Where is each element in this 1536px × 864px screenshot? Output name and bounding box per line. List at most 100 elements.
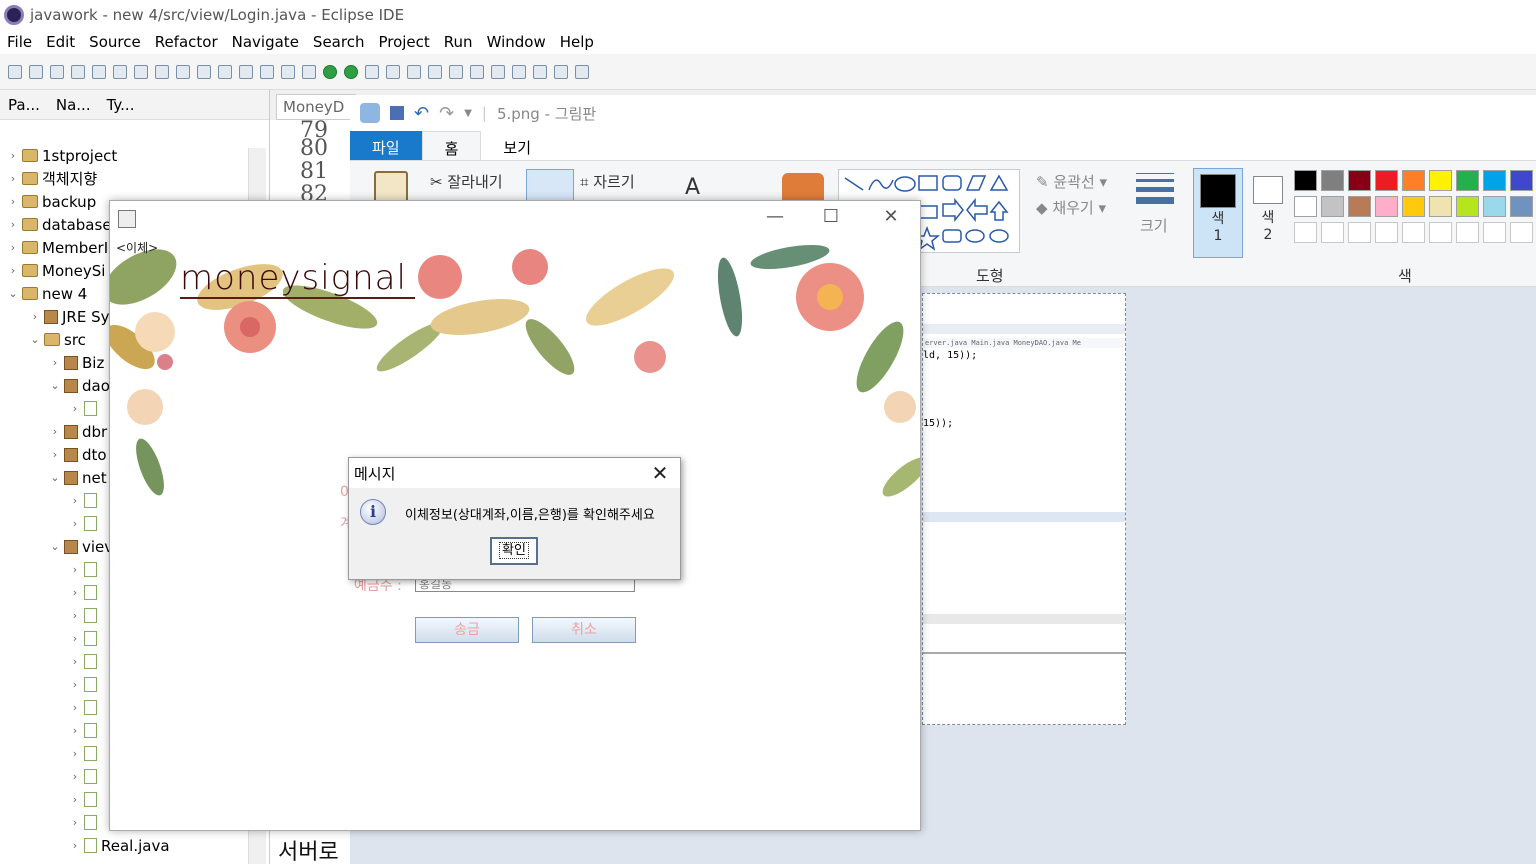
forward-icon[interactable] [575,64,589,79]
menu-window[interactable]: Window [487,33,546,51]
color-swatch[interactable] [1321,196,1344,217]
suspend-icon[interactable] [134,64,148,79]
run-icon[interactable] [323,64,337,79]
drop-frame-icon[interactable] [260,64,274,79]
color1-button[interactable]: 색 1 [1193,168,1243,258]
color-swatch[interactable] [1429,196,1452,217]
tree-item-jre[interactable]: › JRE Sy [28,305,110,328]
color-swatch[interactable] [1510,170,1533,191]
open-type-icon[interactable] [407,64,421,79]
color-swatch[interactable] [1402,222,1425,243]
open-task-icon[interactable] [428,64,442,79]
tree-item-net-file-2[interactable]: › [68,512,101,535]
tree-item-backup[interactable]: › backup [6,190,96,213]
cancel-button[interactable]: 취소 [532,617,636,643]
size-button[interactable]: 크기 [1140,215,1168,236]
step-return-icon[interactable] [239,64,253,79]
tree-item-view-file[interactable]: › [68,811,101,834]
color-swatch[interactable] [1321,222,1344,243]
color-swatch[interactable] [1375,196,1398,217]
show-whitespace-icon[interactable] [512,64,526,79]
menu-search[interactable]: Search [313,33,365,51]
toggle-mark-occurrences-icon[interactable] [491,64,505,79]
menu-navigate[interactable]: Navigate [232,33,299,51]
minimize-button[interactable]: — [760,206,790,230]
paint-canvas[interactable]: erver.java Main.java MoneyDAO.java Me ld… [922,293,1126,725]
step-into-icon[interactable] [197,64,211,79]
tab-type-hierarchy[interactable]: Ty... [107,96,135,114]
fill-button[interactable]: ◆ 채우기 ▾ [1036,197,1106,218]
color-swatch[interactable] [1294,196,1317,217]
color-swatch[interactable] [1375,222,1398,243]
tree-item-database[interactable]: › database [6,213,112,236]
tree-item-1stproject[interactable]: › 1stproject [6,144,118,167]
tab-view[interactable]: 보기 [481,131,553,160]
terminal-icon[interactable] [71,64,85,79]
tree-item-view-file[interactable]: › [68,719,101,742]
undo-icon[interactable]: ↶ [414,103,429,124]
tree-item-view-file[interactable]: › [68,696,101,719]
search-icon[interactable] [449,64,463,79]
color-swatch[interactable] [1321,170,1344,191]
tree-item-moneysignal[interactable]: › MoneySi [6,259,106,282]
redo-icon[interactable]: ↷ [439,103,454,124]
tab-file[interactable]: 파일 [350,131,422,160]
color-swatch[interactable] [1456,196,1479,217]
color-swatch[interactable] [1483,196,1506,217]
color-swatch[interactable] [1402,170,1425,191]
tree-item-dbr[interactable]: › dbr [48,420,107,443]
menu-edit[interactable]: Edit [46,33,75,51]
save-icon[interactable] [390,106,404,120]
color-swatch[interactable] [1348,196,1371,217]
tree-item-new4[interactable]: ⌄ new 4 [6,282,87,305]
color-swatch[interactable] [1429,222,1452,243]
terminate-icon[interactable] [155,64,169,79]
new-package-icon[interactable] [365,64,379,79]
pin-editor-icon[interactable] [470,64,484,79]
maximize-button[interactable]: ☐ [816,206,846,230]
resume-icon[interactable] [113,64,127,79]
new-icon[interactable] [8,64,22,79]
color-swatch[interactable] [1510,222,1533,243]
ok-button[interactable]: 확인 [490,537,538,565]
color-swatch[interactable] [1294,222,1317,243]
menu-source[interactable]: Source [89,33,141,51]
dialog-close-button[interactable]: ✕ [648,461,672,485]
skip-breakpoints-icon[interactable] [92,64,106,79]
tab-home[interactable]: 홈 [421,131,482,160]
quick-access-dropdown-icon[interactable]: ▼ [464,108,472,119]
tree-item-dto[interactable]: › dto [48,443,107,466]
last-edit-location-icon[interactable] [533,64,547,79]
menu-project[interactable]: Project [378,33,429,51]
menu-file[interactable]: File [7,33,32,51]
tree-item-view-file[interactable]: › [68,742,101,765]
coverage-icon[interactable] [344,64,358,79]
tree-item-view-file[interactable]: › [68,765,101,788]
menu-refactor[interactable]: Refactor [155,33,218,51]
tree-item-view-file[interactable]: › [68,627,101,650]
menu-help[interactable]: Help [560,33,594,51]
tree-item-view-file[interactable]: › [68,788,101,811]
send-button[interactable]: 송금 [415,617,519,643]
tree-item-real-java[interactable]: › Real.java [68,834,170,857]
disconnect-icon[interactable] [176,64,190,79]
color2-button[interactable]: 색 2 [1248,168,1288,258]
tree-item-view-file[interactable]: › [68,604,101,627]
step-over-icon[interactable] [218,64,232,79]
color-swatch[interactable] [1456,170,1479,191]
color-swatch[interactable] [1429,170,1452,191]
tree-item-dao[interactable]: ⌄ dao [48,374,110,397]
color-swatch[interactable] [1348,170,1371,191]
tree-item-view-file[interactable]: › [68,650,101,673]
use-step-filters-icon[interactable] [281,64,295,79]
tree-item-view[interactable]: ⌄ viev [48,535,113,558]
tree-item-oop[interactable]: › 객체지향 [6,167,97,190]
color-swatch[interactable] [1483,222,1506,243]
save-all-icon[interactable] [50,64,64,79]
menu-run[interactable]: Run [444,33,473,51]
tree-item-member[interactable]: › MemberI [6,236,108,259]
text-tool-icon[interactable]: A [685,175,700,200]
tree-item-view-file[interactable]: › [68,673,101,696]
tree-item-src[interactable]: ⌄ src [28,328,86,351]
color-swatch[interactable] [1348,222,1371,243]
